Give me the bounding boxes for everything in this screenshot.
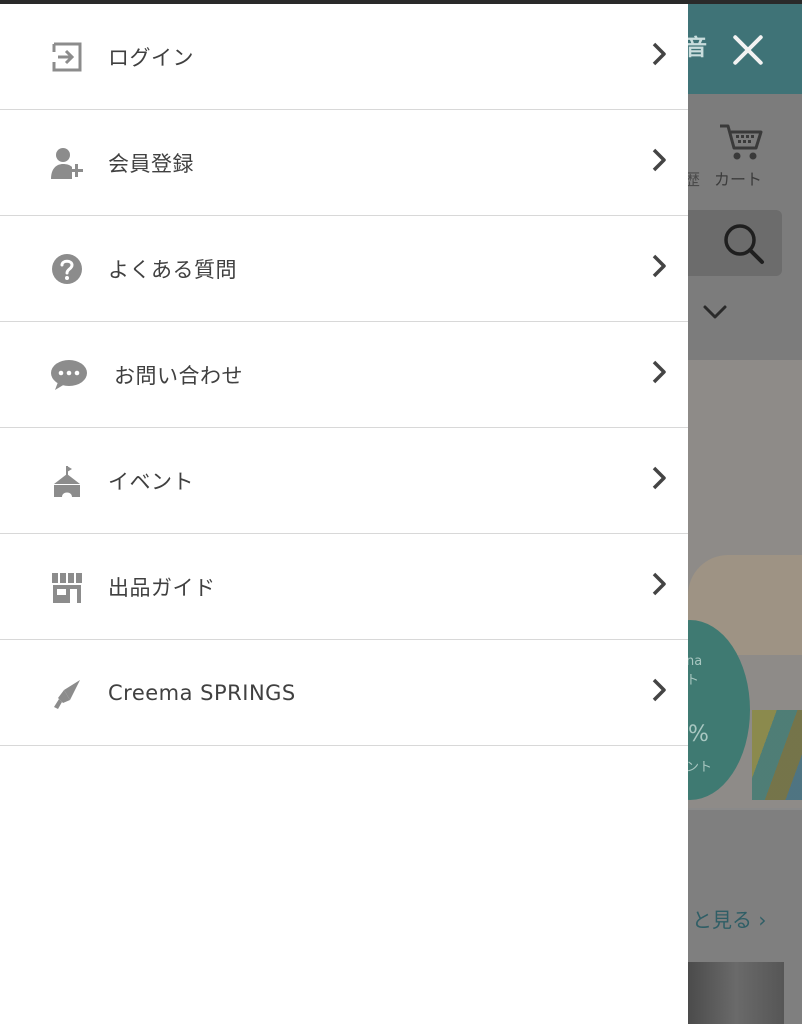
side-drawer-menu: ログイン 会員登録 よくある質問 お問い合わせ イベント 出品ガイド Creem… bbox=[0, 4, 688, 1024]
megaphone-icon bbox=[54, 680, 80, 709]
menu-item-label: ログイン bbox=[108, 45, 194, 70]
menu-item-label: イベント bbox=[108, 469, 194, 494]
banner-decoration bbox=[752, 710, 802, 800]
chevron-right-icon bbox=[652, 254, 666, 278]
chevron-right-icon bbox=[652, 572, 666, 596]
chevron-down-icon[interactable] bbox=[702, 302, 728, 322]
menu-item-label: 出品ガイド bbox=[108, 575, 216, 600]
menu-item-label: よくある質問 bbox=[108, 257, 237, 282]
chat-icon bbox=[51, 360, 87, 390]
menu-item-creema-springs[interactable]: Creema SPRINGS bbox=[0, 640, 688, 746]
login-icon bbox=[52, 42, 82, 72]
chevron-right-icon bbox=[652, 466, 666, 490]
tent-icon bbox=[54, 466, 80, 497]
promo-text-top: na ト bbox=[686, 654, 703, 688]
cart-label[interactable]: カート bbox=[714, 166, 762, 190]
question-icon bbox=[52, 254, 82, 284]
menu-item-login[interactable]: ログイン bbox=[0, 4, 688, 110]
chevron-right-icon bbox=[652, 148, 666, 172]
chevron-right-icon bbox=[652, 42, 666, 66]
see-more-link[interactable]: と見る › bbox=[692, 904, 766, 933]
menu-item-label: 会員登録 bbox=[108, 151, 194, 176]
menu-item-event[interactable]: イベント bbox=[0, 428, 688, 534]
promo-percent: % bbox=[688, 722, 709, 747]
promo-text-bottom: ント bbox=[686, 760, 713, 775]
menu-item-label: Creema SPRINGS bbox=[108, 680, 296, 705]
chevron-right-icon bbox=[652, 360, 666, 384]
search-icon[interactable] bbox=[720, 220, 768, 268]
menu-item-label: お問い合わせ bbox=[114, 363, 243, 388]
add-user-icon bbox=[51, 148, 83, 179]
shop-icon bbox=[52, 573, 82, 603]
menu-item-faq[interactable]: よくある質問 bbox=[0, 216, 688, 322]
menu-item-register[interactable]: 会員登録 bbox=[0, 110, 688, 216]
cart-icon[interactable] bbox=[718, 120, 764, 162]
product-thumbnail[interactable] bbox=[688, 962, 784, 1024]
chevron-right-icon bbox=[652, 678, 666, 702]
menu-item-seller-guide[interactable]: 出品ガイド bbox=[0, 534, 688, 640]
close-icon[interactable] bbox=[726, 28, 770, 72]
header-text-fragment: 音 bbox=[685, 36, 708, 61]
status-bar-edge bbox=[0, 0, 802, 4]
menu-item-contact[interactable]: お問い合わせ bbox=[0, 322, 688, 428]
